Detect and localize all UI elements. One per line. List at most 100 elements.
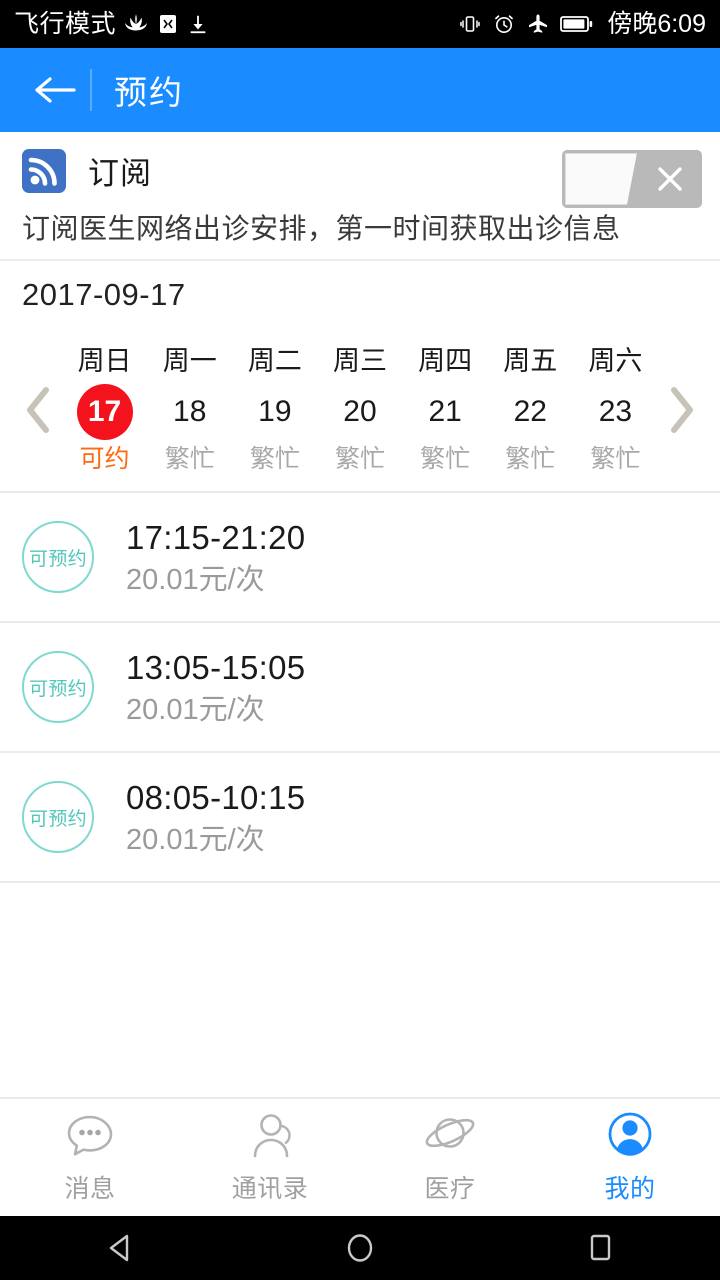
calendar-day-status: 可约 bbox=[79, 445, 130, 473]
subscribe-section: 订阅 订阅医生网络出诊安排，第一时间获取出诊信息 bbox=[0, 132, 720, 259]
calendar-day-number: 19 bbox=[258, 395, 292, 428]
tab-label: 我的 bbox=[604, 1174, 656, 1203]
calendar-day-number: 21 bbox=[428, 395, 462, 428]
chevron-right-icon bbox=[671, 387, 693, 433]
calendar-day-17[interactable]: 周日 17 可约 bbox=[63, 348, 147, 472]
calendar-day-23[interactable]: 周六 23 繁忙 bbox=[573, 348, 657, 472]
calendar-day-number: 20 bbox=[343, 395, 377, 428]
tab-label: 消息 bbox=[64, 1174, 116, 1203]
calendar-strip: 周日 17 可约 周一 18 繁忙 周二 19 繁忙 周三 20 繁忙 周四 2… bbox=[0, 329, 720, 491]
calendar-day-18[interactable]: 周一 18 繁忙 bbox=[148, 348, 232, 472]
calendar-dow: 周二 bbox=[247, 346, 302, 376]
tab-medical[interactable]: 医疗 bbox=[360, 1099, 540, 1216]
carrier-label: 飞行模式 bbox=[14, 9, 117, 38]
calendar-day-status: 繁忙 bbox=[590, 445, 641, 473]
android-recents-button[interactable] bbox=[552, 1216, 648, 1280]
calendar-dow: 周三 bbox=[332, 346, 387, 376]
calendar-day-number: 23 bbox=[598, 395, 633, 428]
calendar-day-circle: 20 bbox=[343, 384, 376, 440]
calendar-next-button[interactable] bbox=[658, 384, 704, 436]
airplane-icon bbox=[529, 14, 548, 33]
subscribe-description: 订阅医生网络出诊安排，第一时间获取出诊信息 bbox=[22, 213, 621, 244]
slot-price: 20.01元/次 bbox=[126, 694, 265, 727]
calendar-day-status: 繁忙 bbox=[505, 445, 556, 473]
calendar-day-status: 繁忙 bbox=[249, 445, 300, 473]
planet-medical-icon bbox=[422, 1111, 478, 1161]
android-home-button[interactable] bbox=[312, 1216, 408, 1280]
slot-info: 13:05-15:05 20.01元/次 bbox=[126, 649, 305, 726]
vibrate-icon bbox=[460, 16, 481, 32]
selected-date-label: 2017-09-17 bbox=[22, 277, 186, 312]
calendar-day-circle: 21 bbox=[428, 384, 461, 440]
calendar-day-22[interactable]: 周五 22 繁忙 bbox=[488, 348, 572, 472]
android-home-icon bbox=[347, 1234, 373, 1262]
calendar-day-number: 18 bbox=[173, 395, 207, 428]
status-bar-left: 飞行模式 bbox=[14, 11, 209, 37]
slot-time: 17:15-21:20 bbox=[126, 518, 306, 556]
calendar-day-circle: 23 bbox=[599, 384, 632, 440]
calendar-dow: 周一 bbox=[162, 346, 217, 376]
slot-price: 20.01元/次 bbox=[126, 564, 265, 597]
calendar-day-circle: 19 bbox=[258, 384, 291, 440]
calendar-dow: 周六 bbox=[588, 346, 643, 376]
calendar-day-circle: 22 bbox=[514, 384, 547, 440]
back-arrow-icon bbox=[35, 77, 76, 103]
calendar-dow: 周日 bbox=[77, 346, 132, 376]
calendar-day-20[interactable]: 周三 20 繁忙 bbox=[318, 348, 402, 472]
android-back-button[interactable] bbox=[72, 1216, 168, 1280]
contacts-person-icon bbox=[244, 1111, 296, 1161]
slot-info: 17:15-21:20 20.01元/次 bbox=[126, 519, 305, 596]
calendar-prev-button[interactable] bbox=[16, 384, 62, 436]
table-row[interactable]: 可预约 13:05-15:05 20.01元/次 bbox=[0, 623, 720, 751]
calendar-day-21[interactable]: 周四 21 繁忙 bbox=[403, 348, 487, 472]
alarm-icon bbox=[495, 15, 514, 33]
calendar-day-19[interactable]: 周二 19 繁忙 bbox=[233, 348, 317, 472]
calendar-day-circle: 18 bbox=[173, 384, 206, 440]
status-bar-time: 傍晚6:09 bbox=[607, 9, 706, 38]
calendar-day-status: 繁忙 bbox=[164, 445, 215, 473]
calendar-days: 周日 17 可约 周一 18 繁忙 周二 19 繁忙 周三 20 繁忙 周四 2… bbox=[62, 348, 658, 472]
chevron-left-icon bbox=[27, 387, 49, 433]
slot-price: 20.01元/次 bbox=[126, 824, 265, 857]
calendar-day-number: 22 bbox=[513, 395, 547, 428]
android-back-icon bbox=[109, 1234, 129, 1262]
android-recents-icon bbox=[590, 1234, 611, 1261]
status-badge: 可预约 bbox=[22, 521, 94, 593]
app-badge-icon bbox=[160, 15, 177, 33]
slot-time: 08:05-10:15 bbox=[126, 778, 306, 816]
calendar-day-number: 17 bbox=[87, 395, 122, 428]
table-row[interactable]: 可预约 17:15-21:20 20.01元/次 bbox=[0, 493, 720, 621]
status-badge: 可预约 bbox=[22, 781, 94, 853]
empty-content-area bbox=[0, 883, 720, 1097]
calendar-dow: 周四 bbox=[418, 346, 473, 376]
profile-person-circle-icon bbox=[604, 1111, 656, 1161]
slot-info: 08:05-10:15 20.01元/次 bbox=[126, 779, 305, 856]
status-bar-right: 傍晚6:09 bbox=[458, 9, 706, 38]
android-nav-bar bbox=[0, 1216, 720, 1280]
appointment-slot-list: 可预约 17:15-21:20 20.01元/次 可预约 13:05-15:05… bbox=[0, 493, 720, 883]
tab-messages[interactable]: 消息 bbox=[0, 1099, 180, 1216]
calendar-day-status: 繁忙 bbox=[334, 445, 385, 473]
huawei-logo-icon bbox=[125, 14, 147, 31]
table-row[interactable]: 可预约 08:05-10:15 20.01元/次 bbox=[0, 753, 720, 881]
toggle-off-mark bbox=[637, 162, 702, 196]
calendar-day-status: 繁忙 bbox=[420, 445, 471, 473]
bottom-tab-bar: 消息 通讯录 医疗 我的 bbox=[0, 1099, 720, 1216]
tab-profile[interactable]: 我的 bbox=[540, 1099, 720, 1216]
tab-contacts[interactable]: 通讯录 bbox=[180, 1099, 360, 1216]
close-icon bbox=[657, 167, 682, 191]
page-title: 预约 bbox=[114, 74, 184, 111]
header-divider bbox=[90, 69, 92, 111]
tab-label: 医疗 bbox=[424, 1174, 476, 1203]
app-header: 预约 bbox=[0, 48, 720, 132]
tab-label: 通讯录 bbox=[231, 1174, 309, 1203]
chat-bubble-icon bbox=[64, 1111, 116, 1161]
phone-screen: 飞行模式 傍晚6:09 预约 订阅 订阅医生网络出诊安排，第一时间获取出诊信息 … bbox=[0, 0, 720, 1280]
back-button[interactable] bbox=[26, 61, 84, 119]
battery-icon bbox=[560, 16, 593, 32]
subscribe-toggle[interactable] bbox=[562, 150, 702, 208]
rss-icon bbox=[22, 148, 66, 193]
status-badge: 可预约 bbox=[22, 651, 94, 723]
status-bar: 飞行模式 傍晚6:09 bbox=[0, 0, 720, 48]
slot-time: 13:05-15:05 bbox=[126, 648, 306, 686]
